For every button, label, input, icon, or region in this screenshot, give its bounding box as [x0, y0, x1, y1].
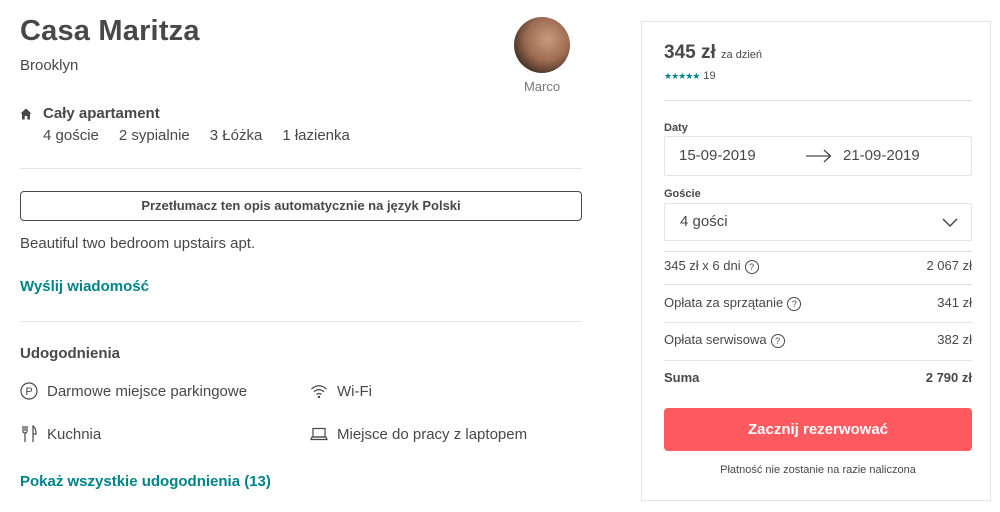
arrow-right-icon	[806, 149, 832, 163]
total-value: 2 790 zł	[925, 370, 972, 385]
contact-host-link[interactable]: Wyślij wiadomość	[20, 278, 149, 295]
reserve-button[interactable]: Zacznij rezerwować	[664, 408, 972, 451]
price-unit: za dzień	[721, 49, 763, 61]
line-label: Opłata serwisowa	[664, 332, 767, 347]
help-icon[interactable]: ?	[744, 260, 759, 274]
listing-description: Beautiful two bedroom upstairs apt.	[20, 235, 256, 252]
divider	[664, 100, 972, 101]
payment-note: Płatność nie zostanie na razie naliczona	[720, 464, 916, 476]
rating[interactable]: ★★★★★ 19	[664, 70, 716, 82]
line-value: 382 zł	[937, 332, 972, 347]
help-icon[interactable]: ?	[787, 297, 802, 311]
divider	[664, 360, 972, 361]
show-all-amenities-link[interactable]: Pokaż wszystkie udogodnienia (13)	[20, 473, 271, 490]
spec-bathrooms: 1 łazienka	[282, 127, 350, 144]
guests-value: 4 gości	[680, 213, 728, 230]
host-avatar[interactable]	[514, 17, 570, 73]
laptop-icon	[310, 427, 328, 441]
review-count: 19	[703, 70, 716, 82]
check-in-date[interactable]: 15-09-2019	[679, 147, 756, 164]
total-label: Suma	[664, 370, 700, 385]
divider	[664, 251, 972, 252]
spec-bedrooms: 2 sypialnie	[118, 127, 190, 144]
nightly-price: 345 zł za dzień	[664, 42, 762, 64]
dates-label: Daty	[664, 122, 688, 134]
kitchen-icon	[22, 425, 37, 442]
divider	[20, 321, 582, 322]
guests-select[interactable]: 4 gości	[664, 203, 972, 241]
host-name: Marco	[523, 79, 561, 94]
star-rating-icon: ★★★★★	[664, 71, 700, 81]
guests-label: Goście	[664, 188, 701, 200]
host-profile[interactable]: Marco	[512, 17, 572, 94]
divider	[664, 322, 972, 323]
room-type-label: Cały apartament	[43, 105, 160, 122]
line-label: Opłata za sprzątanie	[664, 295, 784, 310]
line-value: 341 zł	[937, 295, 972, 310]
divider	[664, 284, 972, 285]
listing-city: Brooklyn	[20, 57, 79, 74]
svg-text:P: P	[25, 386, 32, 398]
spec-beds: 3 Łóżka	[209, 127, 263, 144]
amenity-label: Wi-Fi	[337, 383, 372, 400]
home-icon	[20, 108, 32, 120]
listing-details: Casa Maritza Brooklyn Marco Cały apartam…	[20, 0, 582, 512]
price-value: 345 zł	[664, 42, 716, 63]
amenities-title: Udogodnienia	[20, 345, 120, 362]
translate-button[interactable]: Przetłumacz ten opis automatycznie na ję…	[20, 191, 582, 221]
amenity-label: Darmowe miejsce parkingowe	[47, 383, 248, 400]
spec-guests: 4 goście	[43, 127, 99, 144]
date-range-picker[interactable]: 15-09-2019 21-09-2019	[664, 136, 972, 176]
booking-card: 345 zł za dzień ★★★★★ 19 Daty 15-09-2019 …	[641, 21, 991, 501]
listing-title: Casa Maritza	[20, 15, 200, 47]
line-label: 345 zł x 6 dni	[664, 258, 741, 273]
wifi-icon	[311, 385, 327, 399]
check-out-date[interactable]: 21-09-2019	[843, 147, 920, 164]
help-icon[interactable]: ?	[770, 334, 785, 348]
room-specs: 4 goście 2 sypialnie 3 Łóżka 1 łazienka	[43, 127, 370, 144]
amenity-label: Kuchnia	[47, 426, 102, 443]
line-value: 2 067 zł	[926, 258, 972, 273]
amenity-label: Miejsce do pracy z laptopem	[337, 426, 528, 443]
parking-icon: P	[20, 382, 38, 400]
divider	[20, 168, 582, 169]
chevron-down-icon	[942, 218, 958, 228]
